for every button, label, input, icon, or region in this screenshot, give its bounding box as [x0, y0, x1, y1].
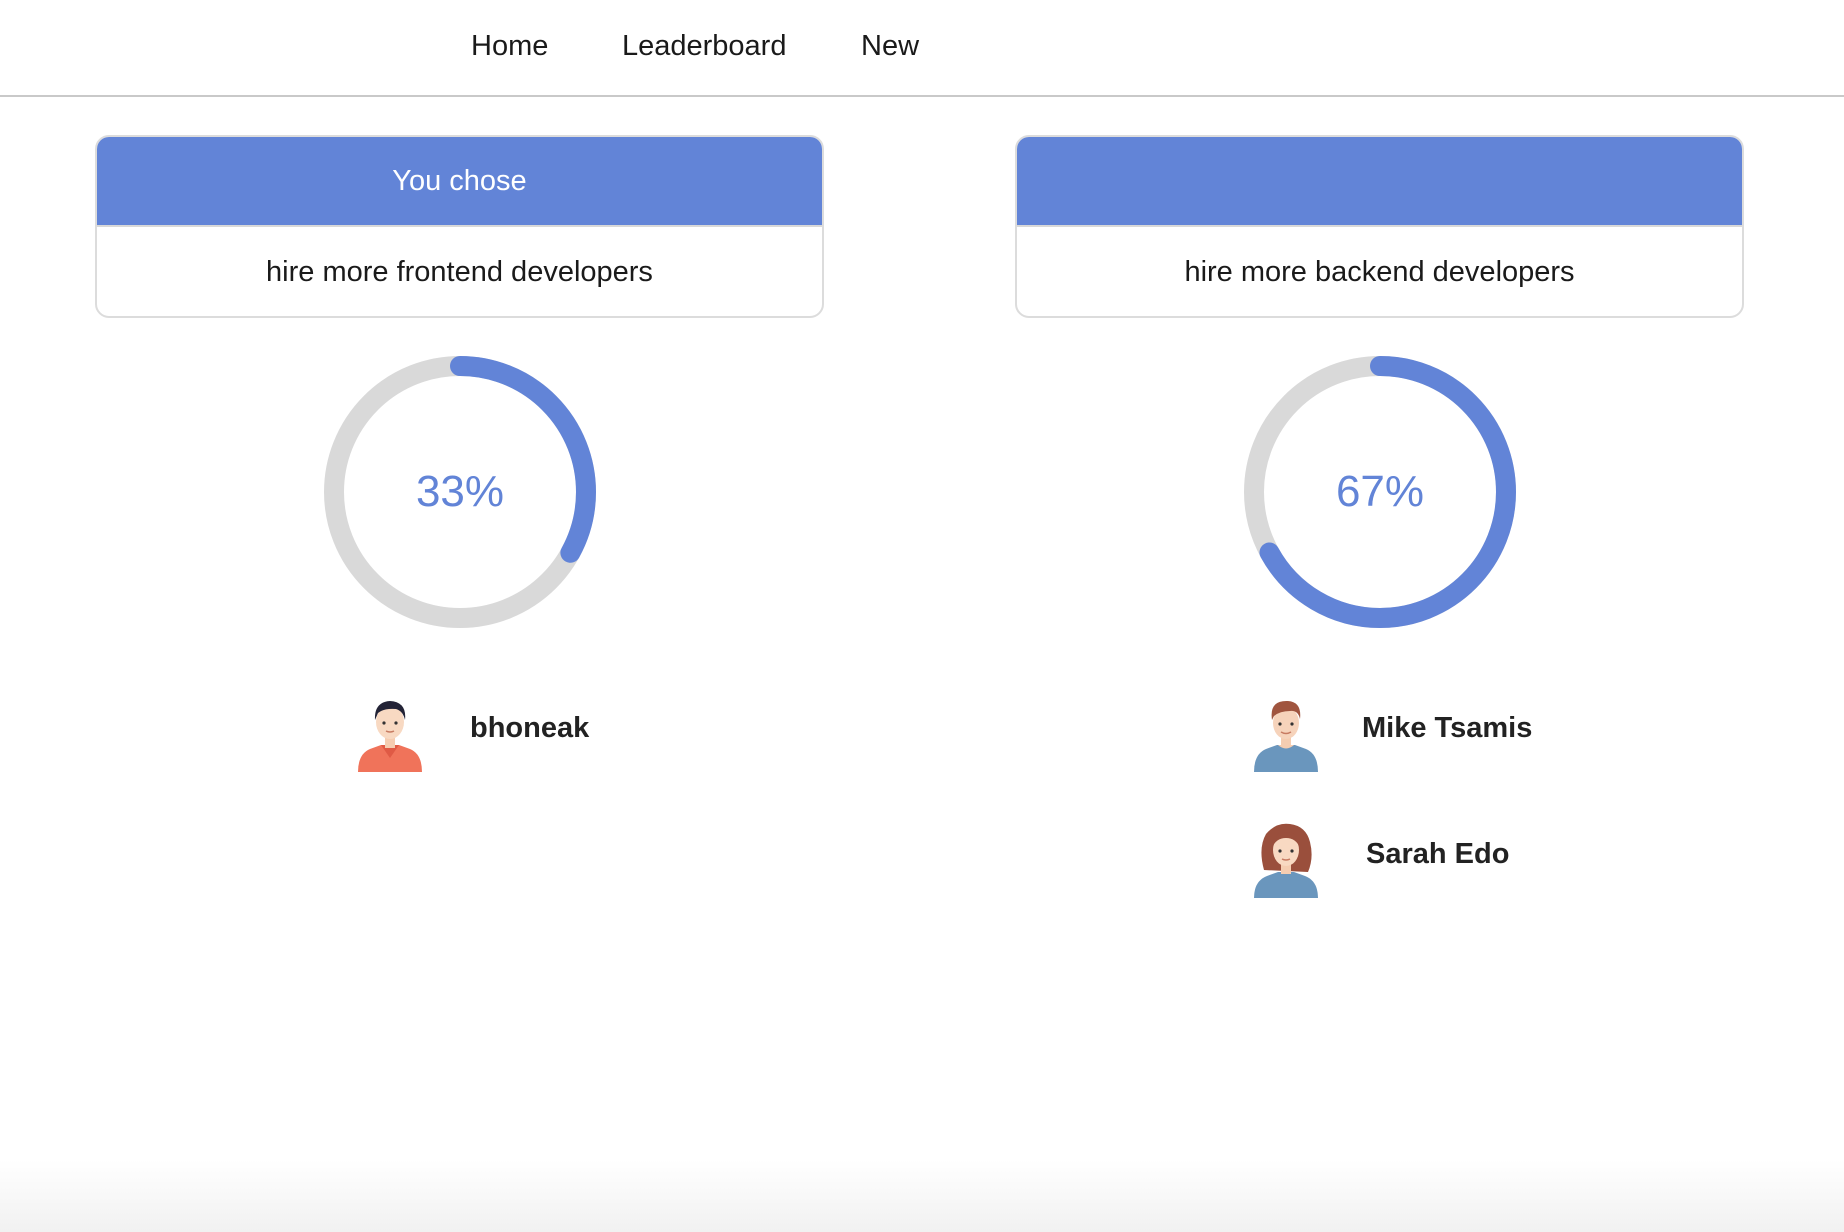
voter-name: Mike Tsamis — [1362, 712, 1533, 744]
option-one-text: hire more frontend developers — [266, 256, 653, 288]
option-two-text: hire more backend developers — [1184, 256, 1575, 288]
option-two-header — [1017, 137, 1742, 227]
voter-item: Mike Tsamis — [1250, 692, 1650, 772]
avatar-man-brown-hair-blue-shirt-icon — [1254, 700, 1318, 772]
top-nav: Home Leaderboard New — [0, 0, 1844, 97]
option-one-progress-ring: 33% — [323, 355, 597, 629]
nav-new-link[interactable]: New — [861, 30, 919, 63]
option-two-percent: 67% — [1335, 467, 1425, 516]
voter-name: bhoneak — [470, 712, 590, 744]
avatar-woman-curly-hair-blue-shirt-icon — [1254, 823, 1318, 898]
nav-home-link[interactable]: Home — [471, 30, 548, 63]
poll-results-page: Home Leaderboard New You chose hire more… — [0, 0, 1844, 1232]
option-two-card[interactable]: hire more backend developers — [1015, 135, 1744, 318]
voter-item: bhoneak — [354, 692, 654, 772]
voter-item: Sarah Edo — [1250, 818, 1650, 898]
avatar-man-dark-hair-red-shirt-icon — [358, 701, 422, 772]
nav-leaderboard-link[interactable]: Leaderboard — [622, 30, 786, 63]
voter-name: Sarah Edo — [1366, 838, 1510, 870]
option-two-progress-ring: 67% — [1243, 355, 1517, 629]
option-one-card[interactable]: You chose hire more frontend developers — [95, 135, 824, 318]
option-one-header: You chose — [97, 137, 822, 227]
option-one-percent: 33% — [415, 467, 505, 516]
